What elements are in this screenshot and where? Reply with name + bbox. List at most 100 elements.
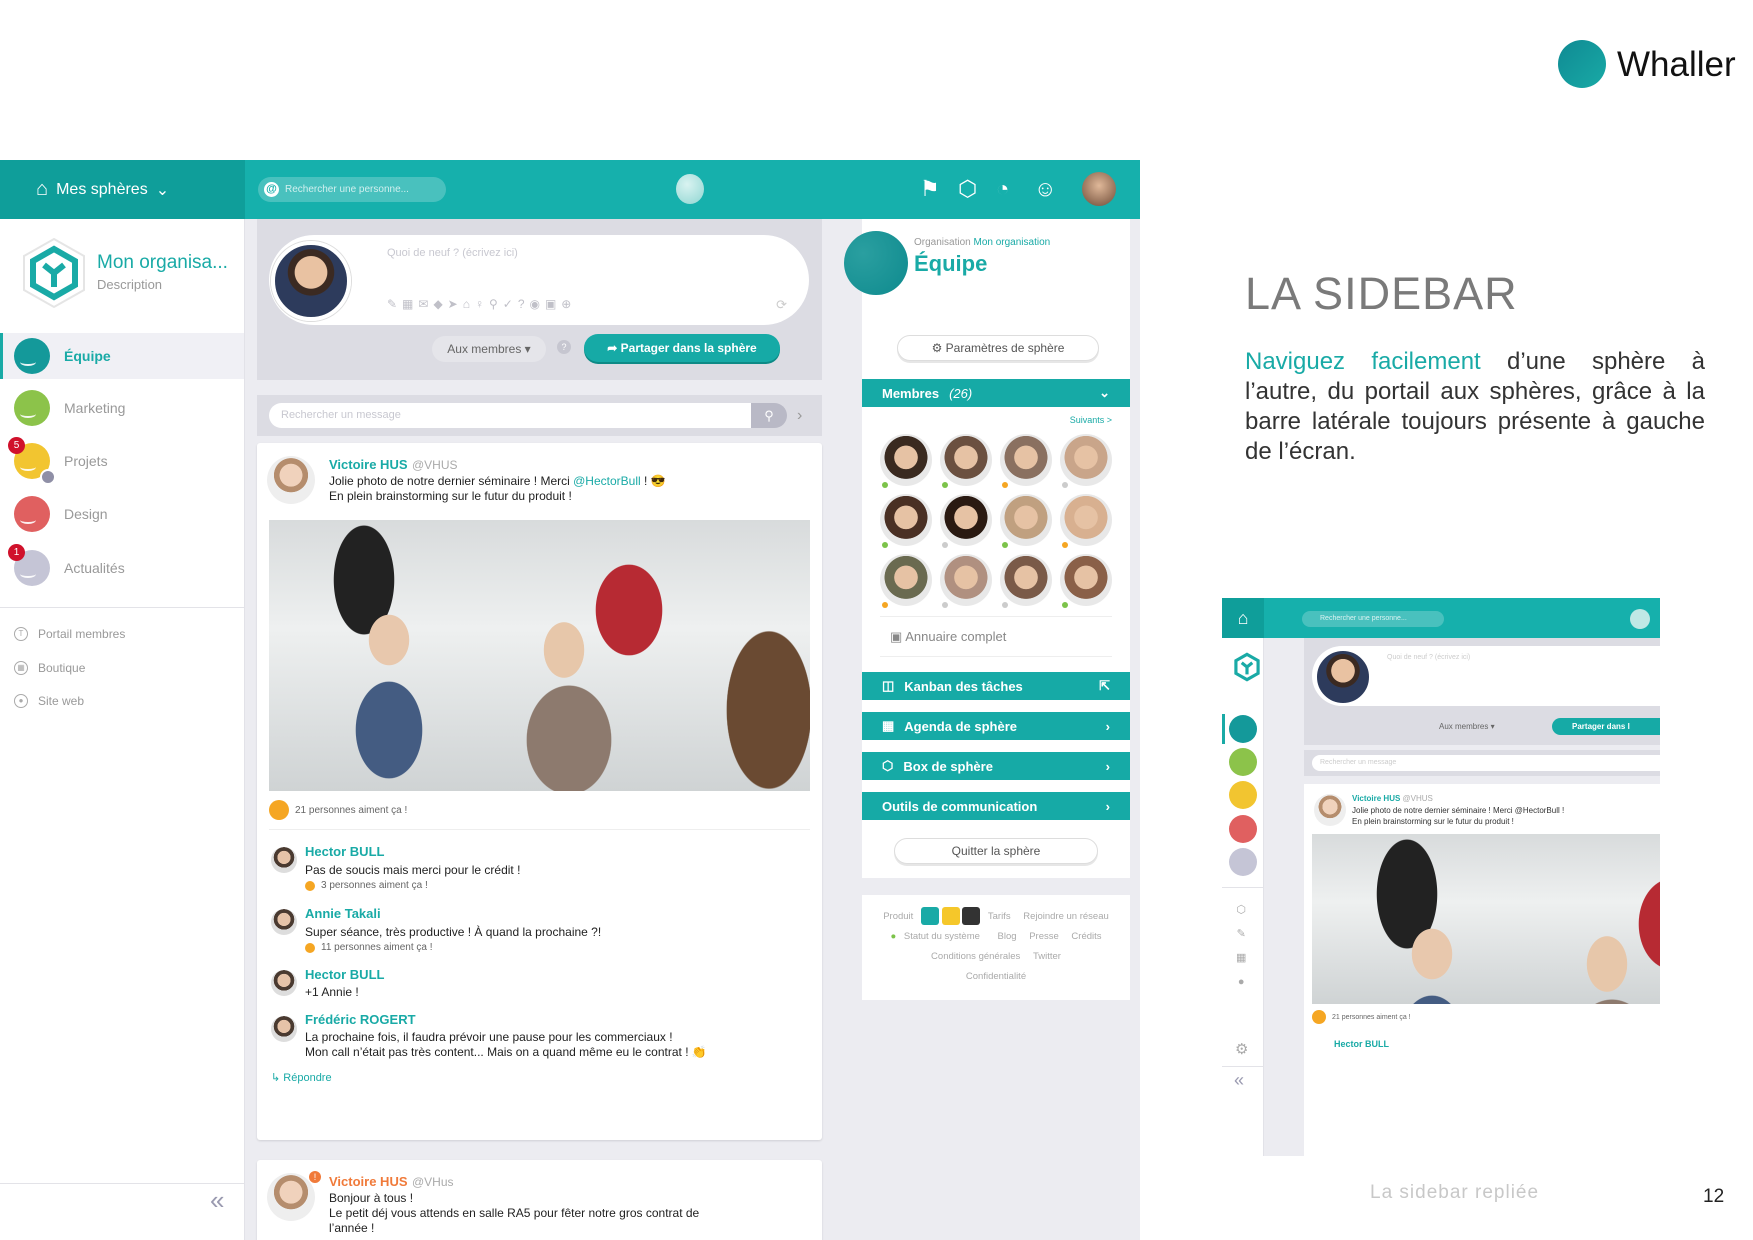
search-icon[interactable]: ⚲ bbox=[751, 403, 787, 428]
author-name[interactable]: Victoire HUS bbox=[329, 457, 408, 472]
footer-link[interactable]: Presse bbox=[1029, 931, 1059, 942]
member-avatar[interactable] bbox=[880, 434, 932, 488]
add-contact-icon[interactable]: ☺ bbox=[1034, 176, 1056, 202]
post-likes[interactable]: 21 personnes aiment ça ! bbox=[269, 800, 407, 820]
presence-status-dot bbox=[882, 482, 888, 488]
footer-link[interactable]: Twitter bbox=[1033, 951, 1061, 962]
footer-link[interactable]: Tarifs bbox=[988, 911, 1011, 922]
comment-author[interactable]: Hector BULL bbox=[305, 967, 384, 982]
sphere-settings-button[interactable]: ⚙ Paramètres de sphère bbox=[897, 335, 1099, 361]
footer-link[interactable]: Rejoindre un réseau bbox=[1023, 911, 1109, 922]
sphere-marketing[interactable] bbox=[1229, 748, 1257, 776]
whaller-home-icon[interactable] bbox=[1630, 609, 1650, 629]
sphere-projets[interactable] bbox=[1229, 781, 1257, 809]
footer-link[interactable]: Produit bbox=[883, 911, 913, 922]
footer-link[interactable]: ● Statut du système bbox=[890, 931, 984, 942]
divider bbox=[269, 829, 810, 830]
gear-icon[interactable]: ⚙ bbox=[1235, 1040, 1248, 1058]
message-search-input[interactable]: Rechercher un message bbox=[1312, 755, 1660, 771]
comment-author[interactable]: Frédéric ROGERT bbox=[305, 1012, 416, 1027]
comment-author[interactable]: Annie Takali bbox=[305, 906, 381, 921]
members-header[interactable]: Membres (26) ⌄ bbox=[862, 379, 1130, 407]
organization-name[interactable]: Mon organisa... bbox=[97, 252, 228, 274]
share-button[interactable]: Partager dans l bbox=[1552, 718, 1660, 735]
audience-select[interactable]: Aux membres ▾ bbox=[1439, 722, 1495, 731]
home-icon[interactable]: ⌂ bbox=[1222, 598, 1264, 638]
product-cube-icon[interactable] bbox=[941, 907, 960, 926]
reply-link[interactable]: ↳ Répondre bbox=[271, 1071, 332, 1084]
sidebar-item-marketing[interactable]: Marketing bbox=[0, 385, 244, 431]
mention-link[interactable]: @HectorBull bbox=[573, 474, 641, 488]
person-search-input[interactable]: @ Rechercher une personne... bbox=[258, 177, 446, 202]
sidebar-item-design[interactable]: Design bbox=[0, 491, 244, 537]
sphere-design[interactable] bbox=[1229, 815, 1257, 843]
footer-link[interactable]: Confidentialité bbox=[966, 971, 1026, 982]
member-avatar[interactable] bbox=[1060, 554, 1112, 608]
post-photo[interactable] bbox=[1312, 834, 1660, 1004]
link-site-web[interactable]: ● Site web bbox=[14, 694, 84, 708]
sidebar-item-label: Marketing bbox=[64, 400, 126, 416]
sidebar-item-equipe[interactable]: Équipe bbox=[0, 333, 244, 379]
next-members-link[interactable]: Suivants > bbox=[1070, 415, 1112, 425]
shop-icon[interactable]: ▦ bbox=[1236, 946, 1246, 970]
portal-icon[interactable]: ⬡ bbox=[1236, 898, 1246, 922]
footer-link[interactable]: Crédits bbox=[1071, 931, 1101, 942]
directory-link[interactable]: ▣ Annuaire complet bbox=[890, 629, 1006, 645]
comment-author[interactable]: Hector BULL bbox=[1334, 1039, 1389, 1049]
help-icon[interactable]: ? bbox=[557, 340, 571, 354]
footer-link[interactable]: Conditions générales bbox=[931, 951, 1020, 962]
organization-logo-icon[interactable] bbox=[1230, 648, 1264, 686]
agenda-button[interactable]: ▦ Agenda de sphère › bbox=[862, 712, 1130, 740]
my-spheres-button[interactable]: ⌂ Mes sphères ⌄ bbox=[0, 160, 245, 219]
add-organization-icon[interactable]: ⬡ bbox=[958, 176, 977, 202]
user-avatar[interactable] bbox=[1082, 172, 1116, 206]
communication-tools-button[interactable]: Outils de communication › bbox=[862, 792, 1130, 820]
author-name[interactable]: Victoire HUS bbox=[1352, 794, 1400, 803]
share-button[interactable]: ➦ Partager dans la sphère bbox=[584, 334, 780, 362]
collapse-sidebar-button[interactable]: « bbox=[210, 1185, 224, 1216]
member-avatar[interactable] bbox=[940, 554, 992, 608]
message-search-input[interactable]: Rechercher un message bbox=[269, 403, 751, 428]
audience-select[interactable]: Aux membres ▾ bbox=[432, 336, 546, 362]
globe-icon[interactable]: ● bbox=[1236, 970, 1246, 994]
post-photo[interactable] bbox=[269, 520, 810, 791]
sphere-equipe[interactable] bbox=[1229, 715, 1257, 743]
comment-likes[interactable]: 11 personnes aiment ça ! bbox=[305, 942, 433, 953]
sidebar-item-actualites[interactable]: 1 Actualités bbox=[0, 544, 244, 591]
sphere-actualites[interactable] bbox=[1229, 848, 1257, 876]
member-avatar[interactable] bbox=[1060, 494, 1112, 548]
wrench-icon[interactable]: ✎ bbox=[1236, 922, 1246, 946]
kanban-button[interactable]: ◫ Kanban des tâches ⇱ bbox=[862, 672, 1130, 700]
member-avatar[interactable] bbox=[880, 554, 932, 608]
composer-toolbar-icons[interactable]: ✎▦✉◆➤⌂♀⚲✓?◉▣⊕ bbox=[387, 297, 576, 311]
product-cube-icon[interactable] bbox=[962, 907, 981, 926]
author-name[interactable]: Victoire HUS bbox=[329, 1174, 408, 1189]
member-avatar[interactable] bbox=[940, 434, 992, 488]
link-portail-membres[interactable]: T Portail membres bbox=[14, 627, 125, 641]
member-avatar[interactable] bbox=[880, 494, 932, 548]
footer-link[interactable]: Blog bbox=[998, 931, 1017, 942]
flag-icon[interactable]: ⚑ bbox=[920, 176, 940, 202]
sidebar-item-projets[interactable]: 5 Projets bbox=[0, 437, 244, 485]
post-likes[interactable]: 21 personnes aiment ça ! bbox=[1312, 1010, 1411, 1024]
member-avatar[interactable] bbox=[1000, 554, 1052, 608]
link-boutique[interactable]: ▦ Boutique bbox=[14, 661, 85, 675]
box-button[interactable]: ⬡ Box de sphère › bbox=[862, 752, 1130, 780]
whaller-home-icon[interactable] bbox=[676, 174, 704, 204]
calendar-icon: ▦ bbox=[882, 718, 895, 733]
person-search-input[interactable]: Rechercher une personne... bbox=[1302, 611, 1444, 627]
org-link[interactable]: Mon organisation bbox=[973, 237, 1050, 248]
chevron-right-icon[interactable]: › bbox=[797, 403, 802, 428]
product-cube-icon[interactable] bbox=[920, 907, 939, 926]
member-avatar[interactable] bbox=[1000, 494, 1052, 548]
member-avatar[interactable] bbox=[1000, 434, 1052, 488]
quit-sphere-button[interactable]: Quitter la sphère bbox=[894, 838, 1098, 864]
expand-sidebar-button[interactable]: « bbox=[1234, 1070, 1244, 1091]
comment-likes[interactable]: 3 personnes aiment ça ! bbox=[305, 880, 428, 891]
composer-placeholder: Quoi de neuf ? (écrivez ici) bbox=[1387, 654, 1471, 661]
comment-author[interactable]: Hector BULL bbox=[305, 844, 384, 859]
member-avatar[interactable] bbox=[1060, 434, 1112, 488]
member-avatar[interactable] bbox=[940, 494, 992, 548]
refresh-icon[interactable]: ⟳ bbox=[776, 297, 787, 313]
add-sphere-icon[interactable]: ◔ bbox=[996, 176, 1009, 202]
